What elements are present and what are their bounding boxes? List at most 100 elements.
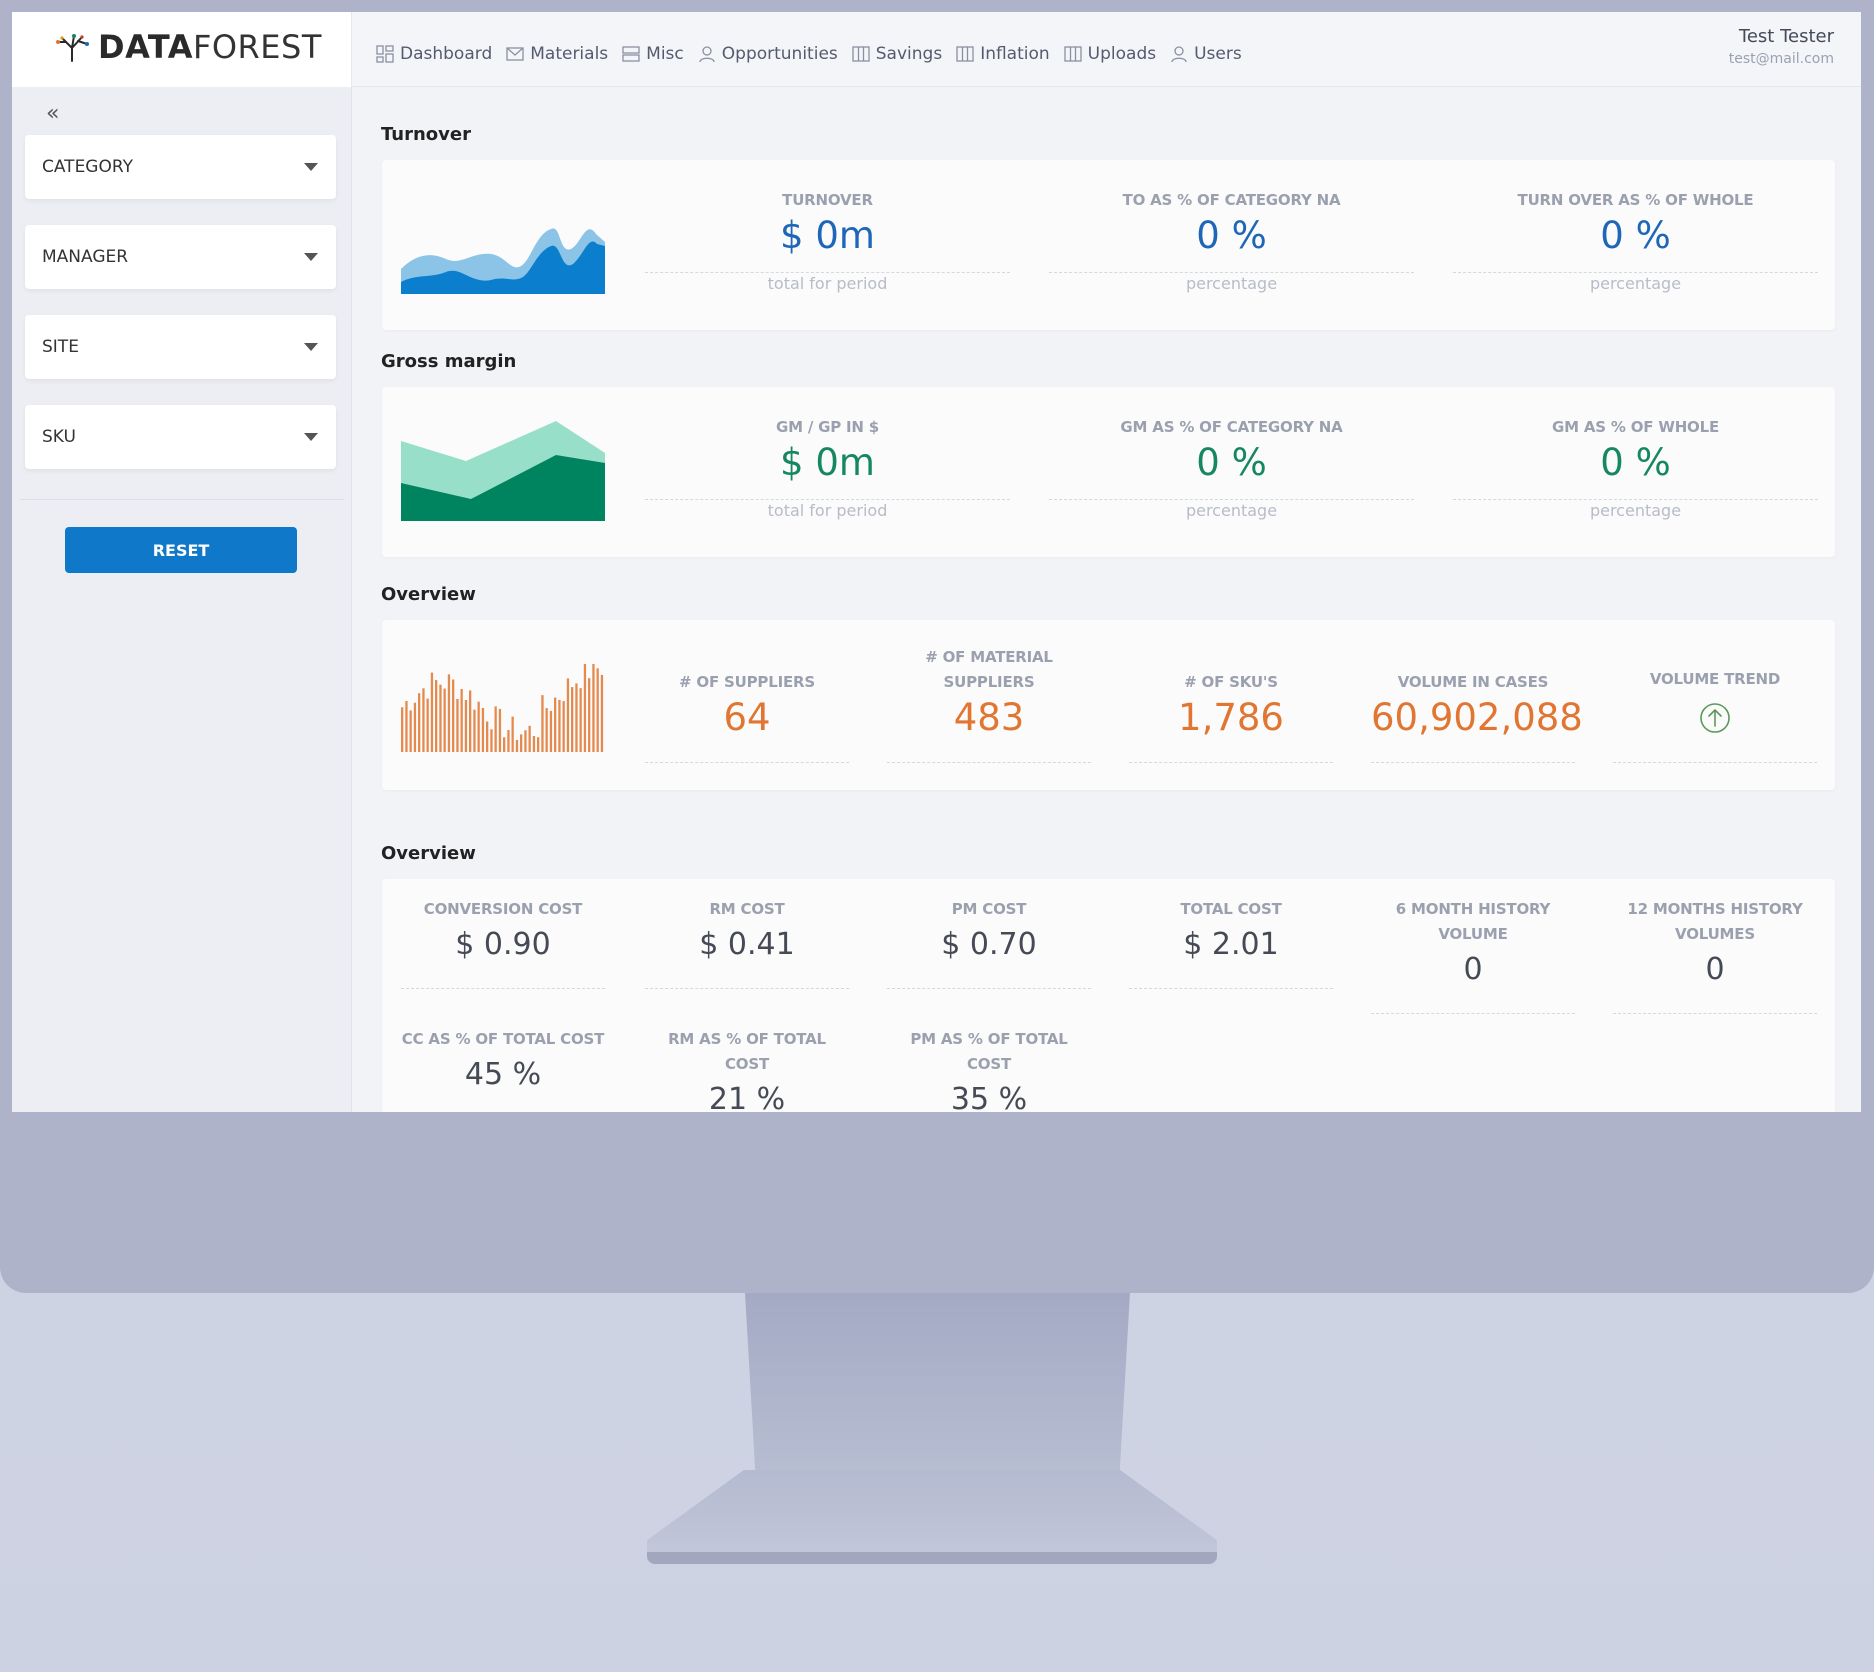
turnover-title: Turnover <box>381 124 471 145</box>
kpi-divider <box>645 762 849 763</box>
arrow-up-circle-icon <box>1700 703 1730 733</box>
sparkline-bar <box>592 664 595 752</box>
nav-label: Savings <box>875 44 943 64</box>
suppliers-kpi: # OF SUPPLIERS 64 <box>645 670 849 741</box>
conversion-cost-kpi: CONVERSION COST $ 0.90 <box>401 897 605 968</box>
sparkline-bar <box>464 700 468 752</box>
dashboard-icon <box>376 45 394 63</box>
sparkline-bar <box>545 708 548 752</box>
nav-label: Dashboard <box>400 44 493 64</box>
monitor-stand-edge <box>647 1552 1217 1564</box>
nav-materials[interactable]: Materials <box>506 44 608 64</box>
turnover-area-chart <box>401 228 605 294</box>
kpi-divider <box>1049 272 1414 273</box>
nav-savings[interactable]: Savings <box>852 44 942 64</box>
nav-users[interactable]: Users <box>1170 44 1242 64</box>
kpi-value: 45 % <box>464 1057 542 1092</box>
sparkline-bar <box>528 725 531 752</box>
kpi-divider <box>887 762 1091 763</box>
sparkline-bar <box>524 730 527 752</box>
kpi-divider <box>401 988 605 989</box>
reset-button[interactable]: RESET <box>65 527 297 573</box>
kpi-divider <box>1129 988 1333 989</box>
collapse-sidebar-button[interactable]: « <box>46 101 59 126</box>
sparkline-bar <box>447 674 451 752</box>
nav-uploads[interactable]: Uploads <box>1064 44 1156 64</box>
sparkline-bar <box>435 680 438 752</box>
nav-label: Materials <box>530 44 609 64</box>
filter-sidebar: « CATEGORY MANAGER SITE SKU RESET <box>12 87 352 1112</box>
sparkline-bar <box>498 708 502 752</box>
pm-percent-kpi: PM AS % OF TOTAL COST 35 % <box>887 1027 1091 1112</box>
sparkline-bar <box>477 701 480 752</box>
kpi-label: VOLUME TREND <box>1649 670 1781 688</box>
kpi-value: $ 0m <box>780 214 875 257</box>
kpi-value: 35 % <box>950 1082 1028 1112</box>
sku-select[interactable]: SKU <box>25 405 336 469</box>
user-icon <box>699 46 715 63</box>
sparkline-bar <box>490 729 493 752</box>
select-label: SITE <box>42 337 79 357</box>
sparkline-bar <box>579 688 582 752</box>
nav-opportunities[interactable]: Opportunities <box>698 44 838 64</box>
kpi-label: PM AS % OF TOTAL COST <box>910 1030 1068 1073</box>
nav-dashboard[interactable]: Dashboard <box>376 44 492 64</box>
sparkline-bar <box>439 684 442 752</box>
kpi-divider <box>1129 762 1333 763</box>
sparkline-bar <box>486 721 489 752</box>
kpi-value: 0 % <box>1196 214 1267 257</box>
overview-cost-card: CONVERSION COST $ 0.90 RM COST $ 0.41 PM… <box>382 879 1835 1112</box>
kpi-label: TURN OVER AS % OF WHOLE <box>1517 191 1754 209</box>
overview-cost-title: Overview <box>381 843 476 864</box>
sidebar-divider <box>20 499 344 500</box>
turnover-kpi: TURNOVER $ 0m total for period <box>645 188 1010 314</box>
server-icon <box>622 46 640 62</box>
nav-inflation[interactable]: Inflation <box>956 44 1050 64</box>
kpi-label: GM / GP IN $ <box>775 418 880 436</box>
columns-icon <box>1064 46 1082 62</box>
sparkline-bar <box>405 701 408 752</box>
columns-icon <box>956 46 974 62</box>
sparkline-bar <box>409 710 412 752</box>
kpi-label: GM AS % OF CATEGORY NA <box>1120 418 1343 436</box>
sparkline-bar <box>413 702 417 752</box>
kpi-label: 6 MONTH HISTORY VOLUME <box>1395 900 1551 943</box>
kpi-label: TO AS % OF CATEGORY NA <box>1122 191 1341 209</box>
mail-icon <box>506 47 524 61</box>
sparkline-bar <box>558 700 561 752</box>
sparkline-bar <box>443 688 446 752</box>
sparkline-bar <box>571 687 574 752</box>
sparkline-bar <box>554 697 557 752</box>
select-label: CATEGORY <box>42 157 133 177</box>
to-category-kpi: TO AS % OF CATEGORY NA 0 % percentage <box>1049 188 1414 314</box>
pm-cost-kpi: PM COST $ 0.70 <box>887 897 1091 968</box>
kpi-label: TURNOVER <box>782 191 873 209</box>
kpi-label: VOLUME IN CASES <box>1397 673 1549 691</box>
manager-select[interactable]: MANAGER <box>25 225 336 289</box>
kpi-label: RM AS % OF TOTAL COST <box>668 1030 826 1073</box>
kpi-label: 12 MONTHS HISTORY VOLUMES <box>1627 900 1803 943</box>
sparkline-bar <box>401 707 404 752</box>
logo[interactable]: DATA FOREST <box>52 28 322 66</box>
kpi-value: $ 0m <box>780 441 875 484</box>
nav-misc[interactable]: Misc <box>622 44 684 64</box>
kpi-value: $ 0.70 <box>941 927 1037 962</box>
six-month-volume-kpi: 6 MONTH HISTORY VOLUME 0 <box>1371 897 1575 993</box>
rm-percent-kpi: RM AS % OF TOTAL COST 21 % <box>645 1027 849 1112</box>
gross-margin-title: Gross margin <box>381 351 517 372</box>
sparkline-bar <box>562 701 565 752</box>
kpi-label: # OF MATERIAL SUPPLIERS <box>925 648 1053 691</box>
kpi-value: 0 % <box>1196 441 1267 484</box>
sparkline-bar <box>575 683 578 752</box>
sparkline-bar <box>452 679 455 752</box>
user-menu[interactable]: Test Tester test@mail.com <box>1729 26 1834 67</box>
kpi-label: CONVERSION COST <box>423 900 583 918</box>
kpi-divider <box>1453 272 1818 273</box>
kpi-value: $ 0.41 <box>699 927 795 962</box>
overview-bar-sparkline <box>401 664 604 752</box>
site-select[interactable]: SITE <box>25 315 336 379</box>
sparkline-bar <box>481 708 485 752</box>
category-select[interactable]: CATEGORY <box>25 135 336 199</box>
user-icon <box>1171 46 1187 63</box>
nav-label: Inflation <box>980 44 1050 64</box>
